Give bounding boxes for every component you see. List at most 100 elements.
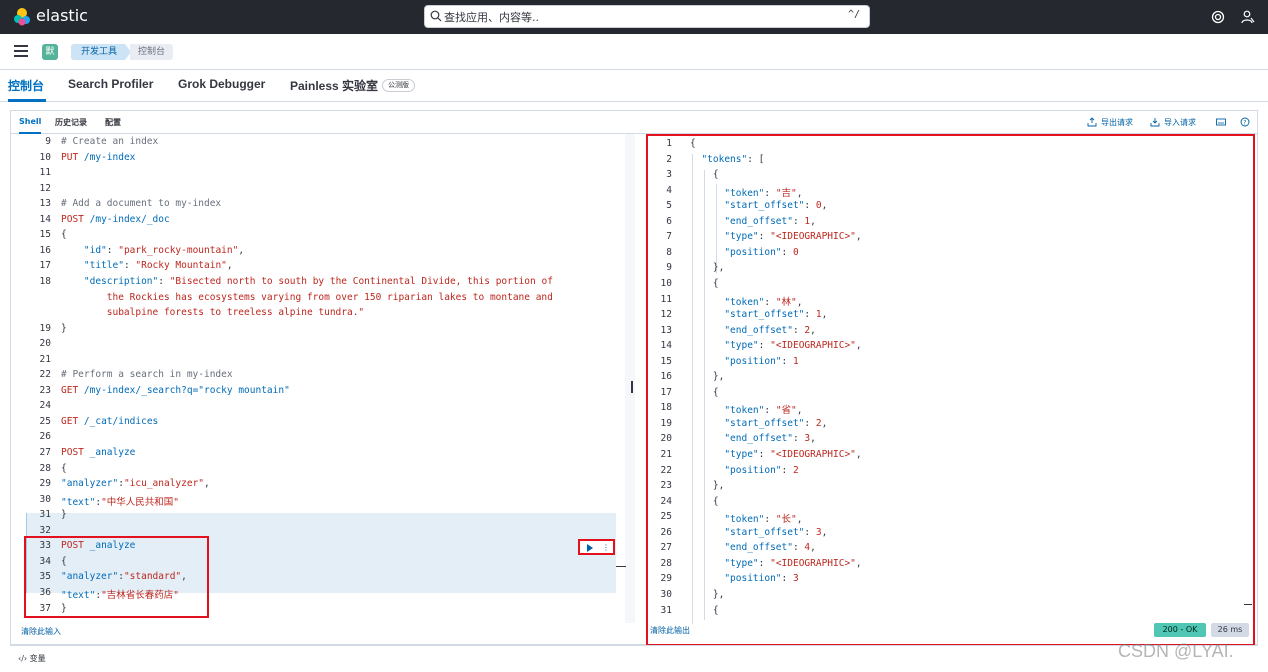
line-number: 5 [666, 200, 672, 212]
code-token: { [690, 138, 696, 149]
editor-code-line: } [61, 323, 67, 334]
line-number: 11 [39, 167, 51, 179]
code-token: 2 [792, 464, 799, 476]
code-token: "description" [83, 275, 159, 287]
code-token: "position" [724, 355, 782, 367]
tab-console[interactable]: 控制台 [8, 77, 44, 94]
output-code-line: "position": 0 [690, 246, 798, 258]
keyboard-shortcuts-icon[interactable] [1216, 117, 1226, 127]
space-avatar[interactable]: 默 [42, 44, 58, 60]
output-code-line: "token": "省", [690, 402, 803, 417]
code-token: : [804, 526, 816, 538]
line-number: 32 [39, 524, 51, 536]
code-token: "中华人民共和国" [101, 496, 180, 508]
code-token: , [226, 260, 233, 272]
editor-code-line: GET /_cat/indices [61, 416, 158, 427]
editor-code-line: POST /my-index/_doc [61, 214, 170, 225]
brand-name[interactable]: elastic [36, 6, 88, 25]
code-token: "token" [724, 514, 765, 526]
line-number: 22 [39, 369, 51, 381]
code-token: "text" [61, 496, 96, 508]
line-number: 7 [666, 231, 672, 243]
editor-scrollbar[interactable] [625, 134, 635, 623]
line-number: 24 [660, 495, 672, 507]
code-token: "省" [775, 405, 797, 417]
line-number: 13 [660, 324, 672, 336]
code-token: : [781, 246, 793, 258]
elastic-logo-icon[interactable] [12, 7, 32, 27]
watermark: CSDN @LYAI. [1118, 641, 1234, 661]
pane-resize-handle[interactable] [631, 381, 633, 393]
breadcrumb-bar: 默 开发工具 控制台 [0, 34, 1268, 70]
code-token: "<IDEOGRAPHIC>" [770, 449, 856, 460]
variables-button[interactable]: ‹/› 变量 [18, 653, 46, 664]
code-token: : [758, 231, 771, 243]
tab-shell[interactable]: Shell [19, 117, 41, 126]
code-token: /my-index/_doc [89, 213, 170, 225]
response-output[interactable]: 清除此输出 200 - OK 26 ms 1 {2 "tokens": [3 {4… [646, 134, 1255, 646]
code-token: "analyzer" [61, 478, 119, 490]
code-token: # Add a document to my-index [61, 198, 222, 210]
code-token: , [796, 514, 803, 526]
dev-tools-tabs: 控制台 Search Profiler Grok Debugger Painle… [0, 70, 1268, 102]
user-menu-icon[interactable] [1240, 9, 1256, 25]
code-token: : [158, 275, 170, 287]
clear-output-button[interactable]: 清除此输出 [650, 625, 690, 636]
code-token: "position" [724, 573, 782, 585]
output-code-line: { [690, 496, 719, 507]
code-token: PUT [61, 151, 79, 163]
code-token: , [855, 449, 862, 460]
tab-painless-lab[interactable]: Painless 实验室 [290, 77, 378, 94]
tab-search-profiler[interactable]: Search Profiler [68, 77, 153, 91]
help-icon[interactable] [1210, 9, 1226, 25]
menu-toggle-icon[interactable] [14, 45, 28, 57]
export-requests-button[interactable]: 导出请求 [1101, 117, 1133, 128]
line-number: 17 [660, 386, 672, 398]
global-search-input[interactable]: 查找应用、内容等.. ^/ [424, 5, 870, 28]
output-code-line: "start_offset": 0, [690, 200, 827, 211]
code-token: "token" [724, 405, 765, 417]
line-number: 16 [39, 244, 51, 256]
help-circle-icon[interactable]: ? [1240, 117, 1250, 127]
code-token: 3 [792, 573, 799, 585]
line-number: 15 [39, 229, 51, 241]
line-number: 31 [39, 509, 51, 521]
search-shortcut: ^/ [847, 9, 860, 20]
line-number: 31 [660, 604, 672, 616]
code-token: , [821, 526, 828, 538]
editor-code-line: "analyzer":"icu_analyzer", [61, 478, 210, 489]
line-number: 13 [39, 198, 51, 210]
line-number: 20 [39, 338, 51, 350]
code-token: "title" [83, 260, 124, 272]
code-token: "end_offset" [724, 324, 793, 336]
output-code-line: "end_offset": 4, [690, 542, 816, 553]
tab-grok-debugger[interactable]: Grok Debugger [178, 77, 265, 91]
code-token: /_cat/indices [83, 415, 159, 427]
tab-config[interactable]: 配置 [105, 117, 121, 128]
tab-history[interactable]: 历史记录 [55, 117, 87, 128]
output-code-line: { [690, 278, 719, 289]
breadcrumb-dev-tools[interactable]: 开发工具 [71, 44, 126, 60]
code-token: , [796, 405, 803, 417]
code-token: : [804, 200, 816, 212]
code-token: "start_offset" [724, 526, 805, 538]
line-number: 26 [660, 526, 672, 538]
output-code-line: "tokens": [ [690, 154, 764, 165]
code-token: # Perform a search in my-index [61, 369, 233, 381]
code-token: 1 [792, 355, 799, 367]
clear-input-button[interactable]: 清除此输入 [21, 626, 61, 637]
output-code-line: "type": "<IDEOGRAPHIC>", [690, 558, 861, 569]
import-requests-button[interactable]: 导入请求 [1164, 117, 1196, 128]
editor-code-line: # Perform a search in my-index [61, 369, 233, 380]
send-request-button[interactable]: ⋮ [578, 539, 615, 555]
code-token: "林" [775, 296, 797, 308]
code-token: : [764, 405, 776, 417]
output-code-line: }, [690, 480, 724, 491]
line-number: 20 [660, 433, 672, 445]
wrench-icon[interactable]: ⋮ [602, 543, 610, 552]
